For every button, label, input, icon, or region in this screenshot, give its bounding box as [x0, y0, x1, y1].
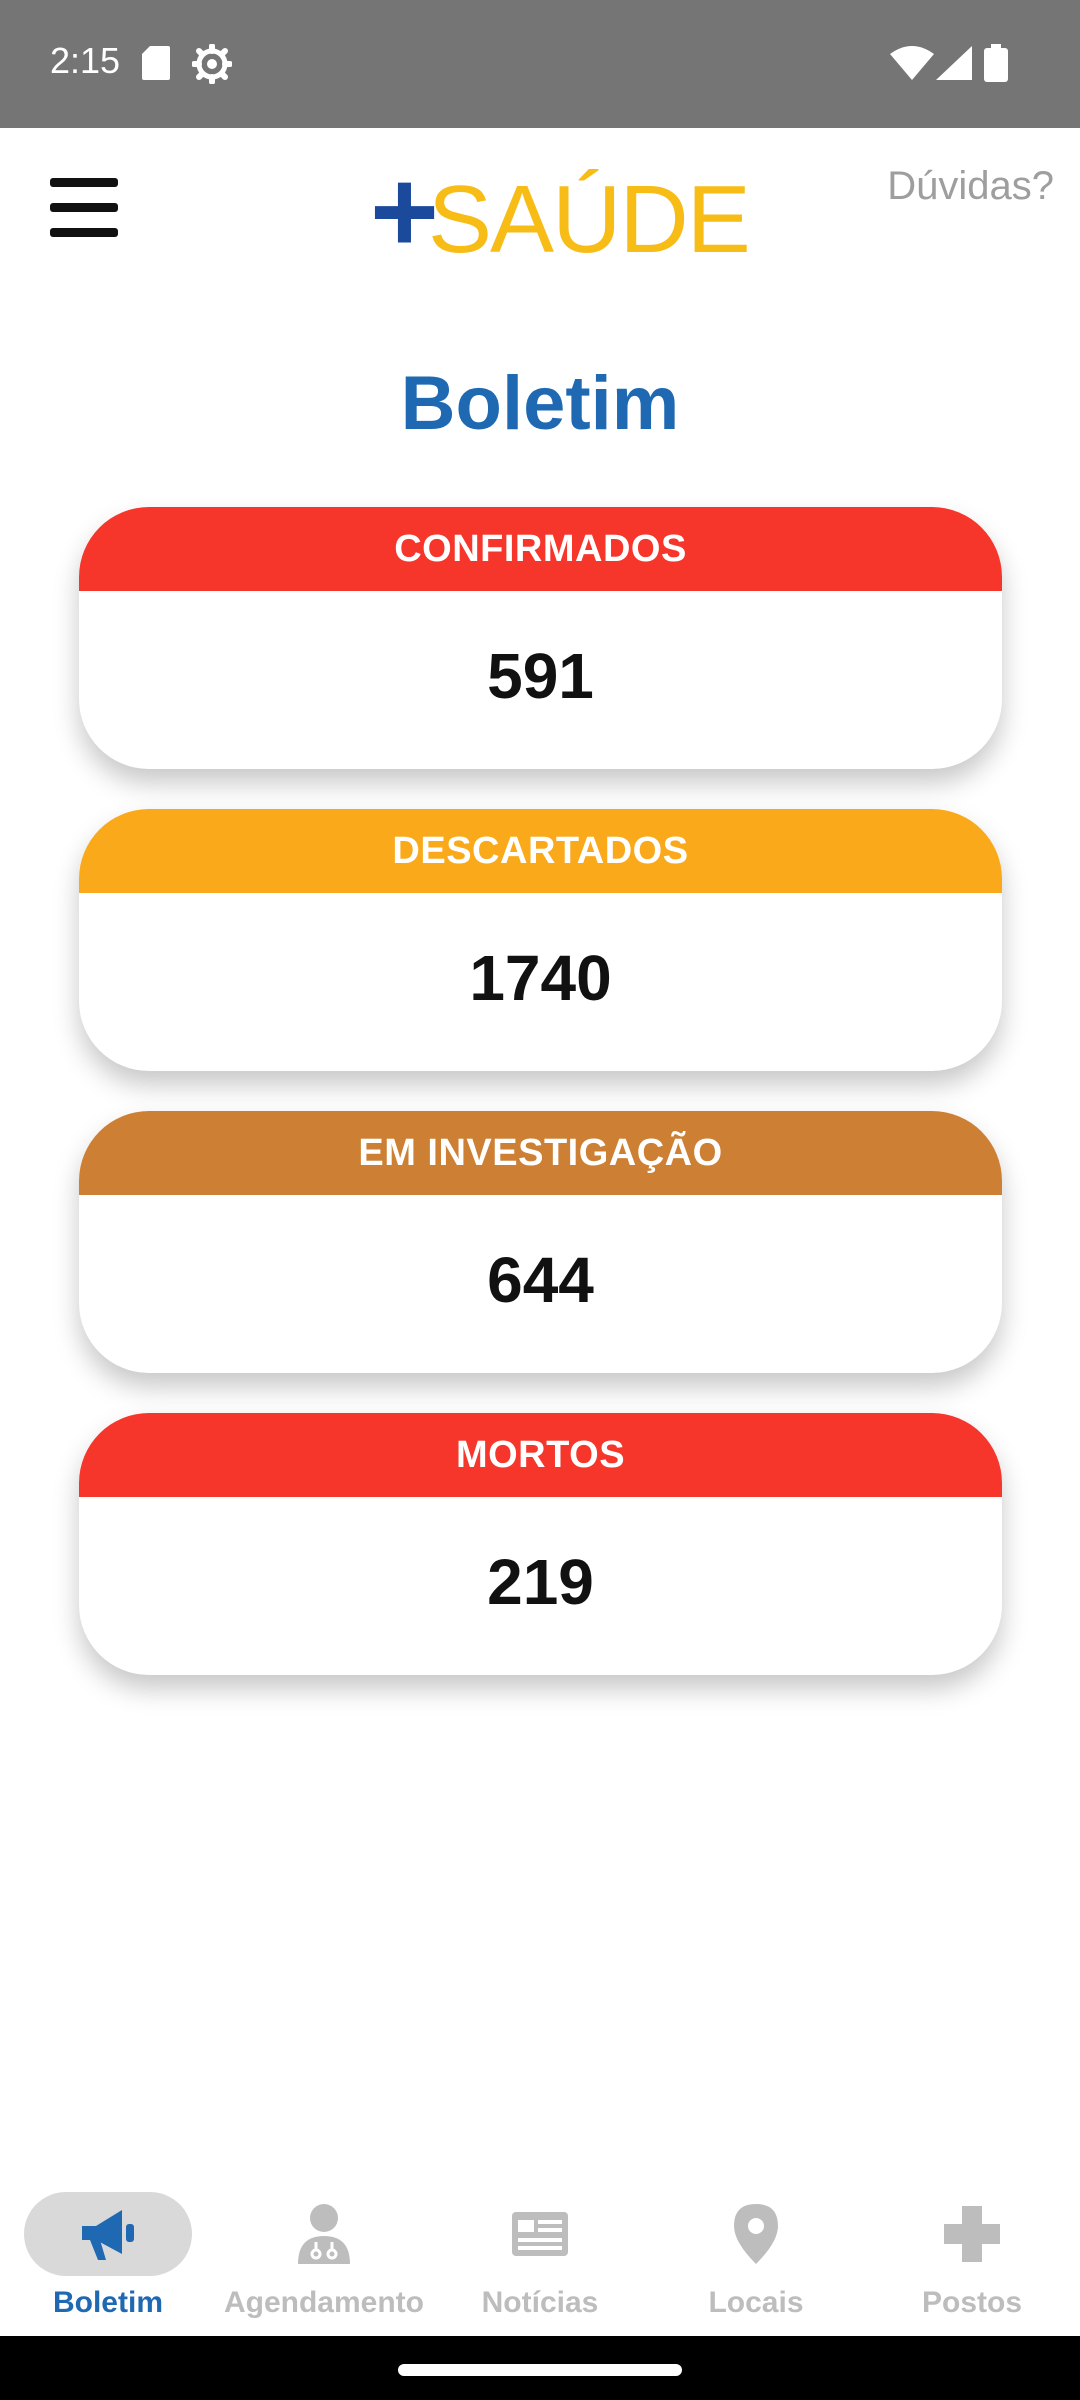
home-gesture-handle[interactable] [398, 2364, 682, 2376]
app-logo: + SAÚDE [370, 153, 751, 271]
bottom-nav: Boletim Agendamento Notícias Locais Post… [0, 2180, 1080, 2336]
card-descartados: DESCARTADOS 1740 [79, 809, 1002, 1071]
card-value: 219 [487, 1546, 594, 1618]
nav-item-noticias[interactable]: Notícias [432, 2180, 648, 2336]
nav-item-postos[interactable]: Postos [864, 2180, 1080, 2336]
status-bar: 2:15 [0, 0, 1080, 128]
card-em-investigacao: EM INVESTIGAÇÃO 644 [79, 1111, 1002, 1373]
settings-gear-icon [192, 44, 232, 84]
sd-card-icon [142, 46, 170, 80]
logo-text: SAÚDE [428, 166, 751, 273]
megaphone-icon [82, 2210, 134, 2260]
card-mortos: MORTOS 219 [79, 1413, 1002, 1675]
status-time: 2:15 [50, 40, 121, 81]
gesture-area [0, 2336, 1080, 2400]
location-pin-icon [734, 2204, 778, 2264]
nav-item-agendamento[interactable]: Agendamento [216, 2180, 432, 2336]
card-value: 644 [487, 1244, 594, 1316]
page-title: Boletim [400, 361, 680, 446]
help-link[interactable]: Dúvidas? [887, 164, 1054, 209]
hamburger-menu-icon[interactable] [50, 178, 118, 240]
nav-item-locais[interactable]: Locais [648, 2180, 864, 2336]
nav-label: Postos [921, 2286, 1023, 2319]
nav-label: Boletim [52, 2286, 163, 2319]
card-header: EM INVESTIGAÇÃO [79, 1111, 1002, 1195]
medical-cross-icon [944, 2206, 1000, 2262]
card-value: 1740 [469, 942, 612, 1014]
screen: 2:15 + SAÚDE Dúvidas? Boletim CONFIRMADO… [0, 0, 1080, 2400]
newspaper-icon [512, 2212, 568, 2256]
nav-label: Notícias [481, 2286, 599, 2319]
nav-item-boletim[interactable]: Boletim [0, 2180, 216, 2336]
card-header: MORTOS [79, 1413, 1002, 1497]
card-value: 591 [487, 640, 594, 712]
doctor-icon [298, 2204, 350, 2264]
signal-icon [936, 46, 972, 80]
nav-label: Locais [708, 2286, 804, 2319]
nav-label: Agendamento [223, 2286, 424, 2319]
card-header: DESCARTADOS [79, 809, 1002, 893]
card-confirmados: CONFIRMADOS 591 [79, 507, 1002, 769]
wifi-icon [890, 46, 934, 80]
battery-icon [984, 44, 1008, 82]
card-header: CONFIRMADOS [79, 507, 1002, 591]
